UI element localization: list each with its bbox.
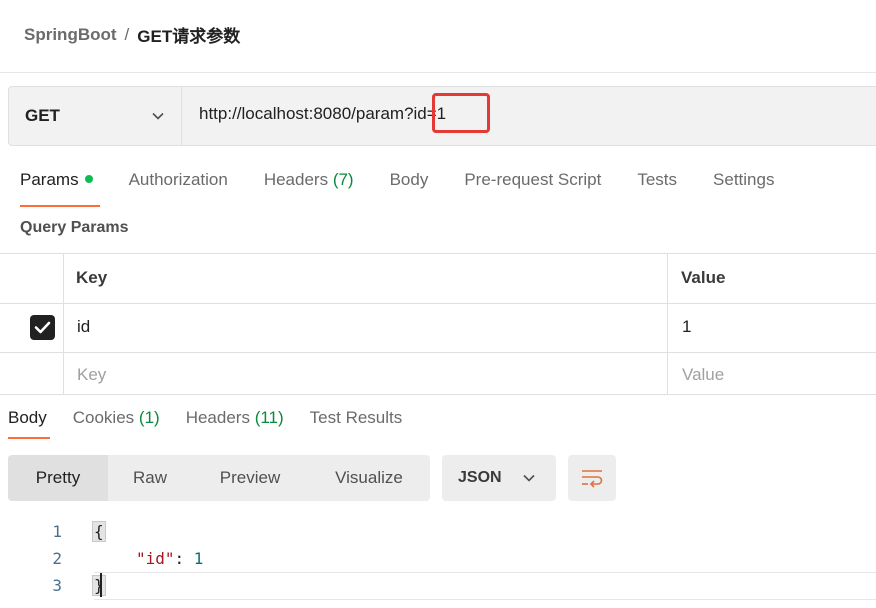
view-preview-button[interactable]: Preview xyxy=(192,455,308,501)
method-select[interactable]: GET xyxy=(9,87,182,145)
table-col-divider xyxy=(63,254,64,394)
new-key-input[interactable]: Key xyxy=(77,365,106,385)
open-brace: { xyxy=(92,521,106,542)
view-raw-button[interactable]: Raw xyxy=(108,455,192,501)
tab-authorization[interactable]: Authorization xyxy=(129,170,228,190)
view-pretty-button[interactable]: Pretty xyxy=(8,455,108,501)
text-cursor xyxy=(100,573,102,597)
breadcrumb-collection[interactable]: SpringBoot xyxy=(24,25,117,45)
json-colon: : xyxy=(174,549,194,568)
active-line-highlight xyxy=(94,572,876,600)
line-number: 2 xyxy=(52,549,62,568)
code-line-1: { xyxy=(92,521,106,542)
tab-headers-count: (7) xyxy=(332,170,354,189)
tab-settings[interactable]: Settings xyxy=(713,170,774,190)
table-border-bottom xyxy=(0,394,876,395)
view-visualize-button[interactable]: Visualize xyxy=(308,455,430,501)
url-query-highlight-box xyxy=(432,93,490,133)
method-label: GET xyxy=(25,106,60,125)
url-input[interactable]: http://localhost:8080/param?id=1 xyxy=(199,104,446,124)
tab-headers[interactable]: Headers (7) xyxy=(264,170,354,190)
wrap-lines-button[interactable] xyxy=(568,455,616,501)
param-enabled-checkbox[interactable] xyxy=(30,315,55,340)
response-tab-cookies[interactable]: Cookies (1) xyxy=(73,408,160,428)
checkmark-icon xyxy=(34,321,51,334)
json-key: "id" xyxy=(136,549,175,568)
json-value: 1 xyxy=(193,549,204,568)
tab-params[interactable]: Params xyxy=(20,170,93,190)
format-label: JSON xyxy=(458,469,502,486)
response-tab-cookies-label: Cookies xyxy=(72,408,135,427)
code-line-2: "id": 1 xyxy=(136,549,203,568)
breadcrumb: SpringBoot / GET请求参数 xyxy=(24,22,240,47)
tab-body[interactable]: Body xyxy=(390,170,429,190)
active-tab-underline xyxy=(20,205,100,207)
breadcrumb-separator: / xyxy=(124,24,130,44)
close-brace: } xyxy=(92,575,106,596)
code-line-3: } xyxy=(92,575,106,596)
chevron-down-icon xyxy=(523,474,535,482)
request-tabs: Params Authorization Headers (7) Body Pr… xyxy=(20,170,810,190)
query-params-title: Query Params xyxy=(20,219,129,236)
table-border xyxy=(0,303,876,304)
tab-tests[interactable]: Tests xyxy=(637,170,677,190)
response-tabs: Body Cookies (1) Headers (11) Test Resul… xyxy=(8,408,428,428)
response-tab-headers-label: Headers xyxy=(185,408,250,427)
response-tab-body[interactable]: Body xyxy=(8,408,47,428)
tab-headers-label: Headers xyxy=(263,170,329,189)
tab-params-label: Params xyxy=(20,170,79,189)
table-border-top xyxy=(0,253,876,254)
response-tab-headers[interactable]: Headers (11) xyxy=(186,408,284,428)
table-border xyxy=(0,352,876,353)
key-column-header: Key xyxy=(76,268,108,287)
param-key-cell[interactable]: id xyxy=(77,317,90,337)
breadcrumb-request-name[interactable]: GET请求参数 xyxy=(137,22,240,47)
value-column-header: Value xyxy=(681,268,726,287)
table-col-divider xyxy=(667,254,668,394)
response-tab-test-results[interactable]: Test Results xyxy=(310,408,403,428)
chevron-down-icon xyxy=(152,112,164,120)
response-tab-headers-count: (11) xyxy=(254,408,284,427)
format-select[interactable]: JSON xyxy=(442,455,556,501)
tab-prerequest-script[interactable]: Pre-request Script xyxy=(464,170,601,190)
wrap-lines-icon xyxy=(582,470,603,488)
line-number: 3 xyxy=(52,576,62,595)
view-mode-selector: Pretty Raw Preview Visualize xyxy=(8,455,430,501)
line-number: 1 xyxy=(52,522,62,541)
header-divider xyxy=(0,72,876,73)
param-value-cell[interactable]: 1 xyxy=(682,317,691,337)
active-response-tab-underline xyxy=(8,437,50,439)
response-tab-cookies-count: (1) xyxy=(138,408,160,427)
new-value-input[interactable]: Value xyxy=(682,365,724,385)
params-indicator-dot xyxy=(84,174,93,183)
